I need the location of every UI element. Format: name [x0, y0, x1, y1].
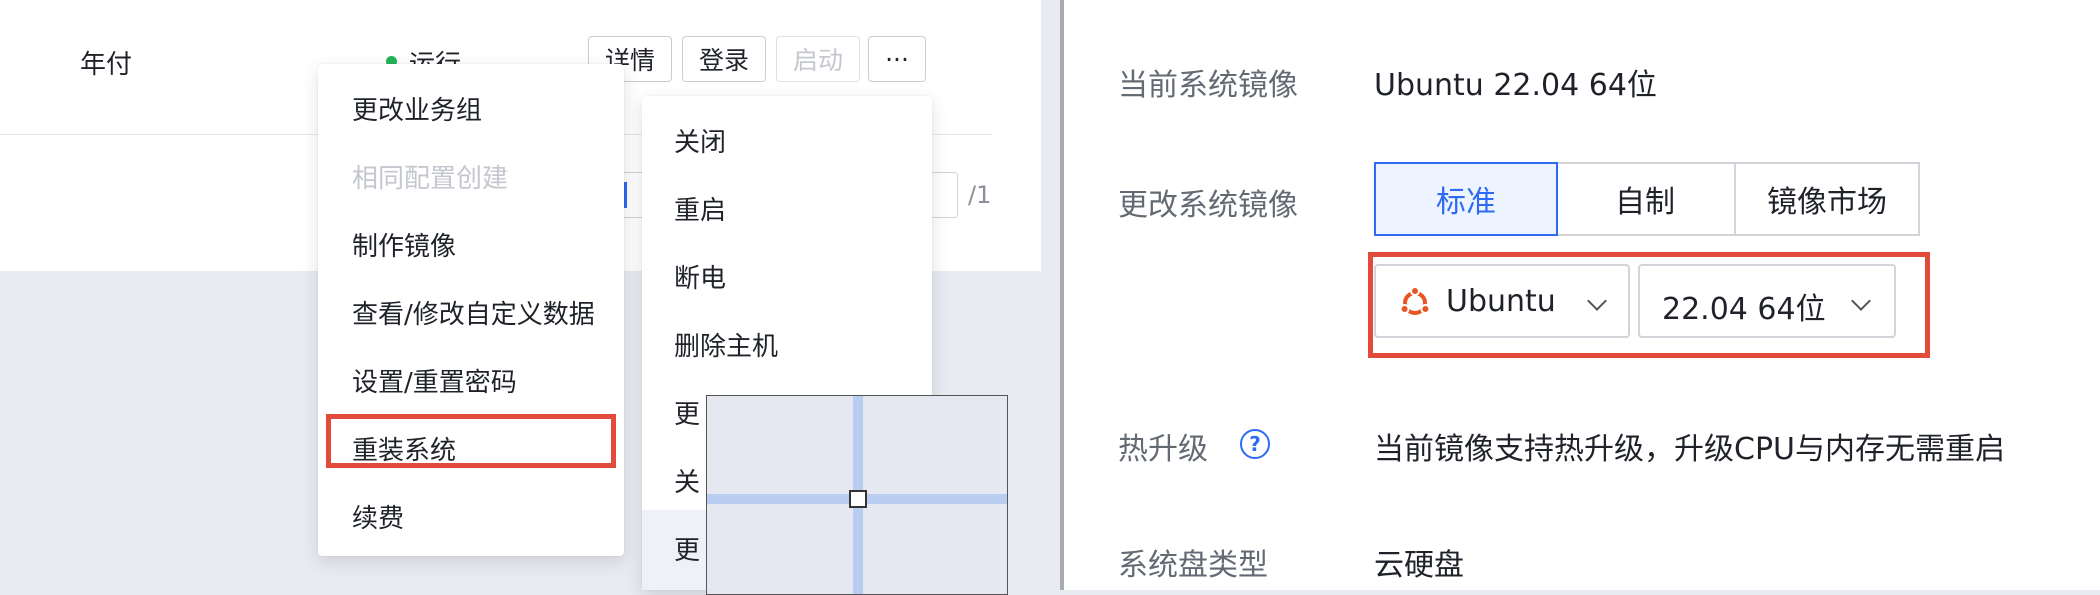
menu-item-clone-config[interactable]: 相同配置创建: [352, 158, 508, 195]
menu-item-partial-2[interactable]: 关: [674, 462, 700, 499]
tab-standard[interactable]: 标准: [1374, 162, 1558, 236]
disk-type-label: 系统盘类型: [1118, 548, 1268, 583]
change-image-label: 更改系统镜像: [1118, 188, 1298, 223]
current-image-value: Ubuntu 22.04 64位: [1374, 68, 1657, 103]
help-icon[interactable]: ?: [1240, 429, 1270, 459]
reinstall-highlight-box: [326, 414, 616, 468]
crosshair-center-icon: [849, 490, 867, 508]
more-actions-menu: 更改业务组 相同配置创建 制作镜像 查看/修改自定义数据 设置/重置密码 重装系…: [318, 64, 624, 556]
hot-upgrade-label: 热升级: [1118, 432, 1208, 467]
reinstall-form-panel: 当前系统镜像 Ubuntu 22.04 64位 更改系统镜像 标准 自制 镜像市…: [1064, 0, 2100, 590]
menu-item-change-business-group[interactable]: 更改业务组: [352, 90, 482, 127]
menu-item-custom-data[interactable]: 查看/修改自定义数据: [352, 294, 595, 331]
tab-image-market[interactable]: 镜像市场: [1736, 162, 1920, 236]
menu-item-shutdown[interactable]: 关闭: [674, 122, 726, 159]
more-actions-button[interactable]: ···: [868, 36, 926, 82]
tab-custom[interactable]: 自制: [1556, 162, 1736, 236]
menu-item-create-image[interactable]: 制作镜像: [352, 226, 456, 263]
login-button[interactable]: 登录: [682, 36, 766, 82]
panel-gap: [1041, 0, 1060, 590]
page-input-caret: [624, 182, 627, 208]
menu-item-reset-password[interactable]: 设置/重置密码: [352, 362, 517, 399]
disk-type-value: 云硬盘: [1374, 548, 1464, 583]
hot-upgrade-value: 当前镜像支持热升级，升级CPU与内存无需重启: [1374, 432, 2005, 467]
os-select-highlight-box: [1368, 252, 1930, 358]
menu-item-partial-1[interactable]: 更: [674, 394, 700, 431]
instance-list-panel: 年付 运行 详情 登录 启动 ··· /1 更改业务组 相同配置创建 制作镜像 …: [0, 0, 1060, 595]
menu-item-delete-host[interactable]: 删除主机: [674, 326, 778, 363]
menu-item-power-off[interactable]: 断电: [674, 258, 726, 295]
menu-item-restart[interactable]: 重启: [674, 190, 726, 227]
page-total: /1: [968, 181, 992, 209]
magnifier-overlay: [706, 395, 1008, 595]
start-button[interactable]: 启动: [776, 36, 860, 82]
menu-item-renew[interactable]: 续费: [352, 498, 404, 535]
billing-type-cell: 年付: [80, 50, 133, 80]
menu-item-partial-3[interactable]: 更: [674, 530, 700, 567]
current-image-label: 当前系统镜像: [1118, 68, 1298, 103]
